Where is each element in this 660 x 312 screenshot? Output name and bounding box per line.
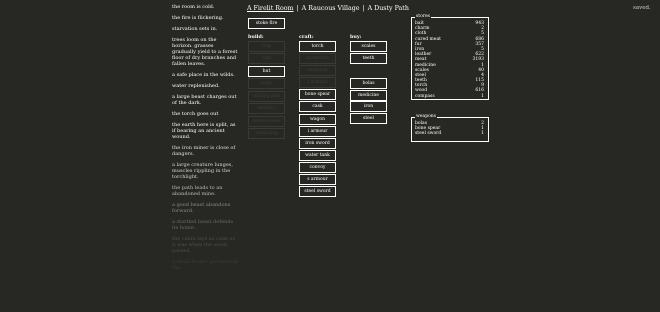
weapons-row: steel sword 1: [415, 131, 485, 136]
craft-l-armour-button[interactable]: l armour: [299, 77, 336, 88]
craft-water-tank-button[interactable]: water tank: [299, 150, 336, 161]
craft-convoy-button[interactable]: convoy: [299, 162, 336, 173]
craft-torch-button[interactable]: torch: [299, 41, 336, 52]
event-log: the room is cold. the fire is flickering.…: [172, 4, 238, 276]
log-message: starvation sets in.: [172, 26, 218, 32]
buy-bolas-button[interactable]: bolas: [350, 78, 387, 89]
weapons-item-name: steel sword: [415, 131, 442, 137]
tab-separator: |: [296, 5, 299, 12]
log-message: a good beast abandons forward.: [172, 202, 231, 214]
log-message: the room is cold.: [172, 4, 215, 10]
log-message: a large creature lunges, muscles ripplin…: [172, 162, 233, 180]
craft-waterskin-button[interactable]: waterskin: [299, 53, 336, 64]
weapons-title: weapons: [415, 114, 437, 119]
log-message: a small house. pictured in the: [172, 259, 238, 271]
log-message: trees loom on the horizon. grasses gradu…: [172, 37, 238, 67]
buy-medicine-button[interactable]: medicine: [350, 90, 387, 101]
buy-header: buy:: [350, 34, 362, 40]
stores-row: compass 1: [415, 94, 485, 99]
craft-rucksack-button[interactable]: rucksack: [299, 65, 336, 76]
saved-indicator: saved.: [633, 5, 651, 11]
log-message: the path leads to an abandoned mine.: [172, 185, 223, 197]
build-trading-post-button[interactable]: trading post: [248, 91, 285, 102]
stores-title: stores: [415, 14, 431, 19]
stores-list: bait 943 charm 2 cloth 5 cured meat 686 fur 357 ir…: [415, 21, 485, 99]
log-message: the earth here is split, as if bearing a…: [172, 122, 236, 140]
build-smokehouse-button[interactable]: smokehouse: [248, 116, 285, 127]
weapons-list: bolas 2 bone spear 1 steel sword 1: [415, 121, 485, 137]
stores-item-count: 1: [481, 93, 484, 99]
log-message: a large beast charges out of the dark.: [172, 94, 237, 106]
log-message: water replenished.: [172, 83, 220, 89]
tab-dusty-path[interactable]: A Dusty Path: [368, 5, 409, 12]
tab-firelit-room[interactable]: A Firelit Room: [247, 5, 294, 12]
build-hut-button[interactable]: hut: [248, 66, 285, 77]
craft-bone-spear-button[interactable]: bone spear: [299, 89, 336, 100]
weapons-item-count: 1: [481, 131, 484, 137]
log-message: a safe place in the wilds.: [172, 72, 235, 78]
craft-i-armour-button[interactable]: i armour: [299, 126, 336, 137]
craft-s-armour-button[interactable]: s armour: [299, 174, 336, 185]
build-header: build:: [248, 34, 264, 40]
location-tabs: A Firelit Room | A Raucous Village | A Dusty…: [247, 5, 409, 12]
buy-iron-button[interactable]: iron: [350, 101, 387, 112]
weapons-panel: weapons bolas 2 bone spear 1 steel sword 1: [411, 114, 489, 142]
log-message: a startled beast defends its home.: [172, 219, 234, 231]
build-cart-button[interactable]: cart: [248, 53, 285, 64]
craft-iron-sword-button[interactable]: iron sword: [299, 138, 336, 149]
stoke-fire-button[interactable]: stoke fire: [248, 18, 285, 29]
build-workshop-button[interactable]: workshop: [248, 128, 285, 139]
craft-cask-button[interactable]: cask: [299, 101, 336, 112]
log-message: the torch goes out: [172, 111, 219, 117]
log-message: the cabin lays as calm as it was when th…: [172, 236, 236, 254]
craft-steel-sword-button[interactable]: steel sword: [299, 186, 336, 197]
build-lodge-button[interactable]: lodge: [248, 78, 285, 89]
build-trap-button[interactable]: trap: [248, 41, 285, 52]
log-message: the fire is flickering.: [172, 15, 224, 21]
tab-separator: |: [362, 5, 365, 12]
craft-wagon-button[interactable]: wagon: [299, 114, 336, 125]
buy-steel-button[interactable]: steel: [350, 113, 387, 124]
buy-scales-button[interactable]: scales: [350, 41, 387, 52]
build-tannery-button[interactable]: tannery: [248, 103, 285, 114]
log-message: the iron miner is close of dangers.: [172, 145, 236, 157]
craft-header: craft:: [299, 34, 314, 40]
buy-teeth-button[interactable]: teeth: [350, 53, 387, 64]
tab-raucous-village[interactable]: A Raucous Village: [302, 5, 360, 12]
stores-panel: stores bait 943 charm 2 cloth 5 cured meat 686 f…: [411, 14, 489, 100]
stores-item-name: compass: [415, 93, 435, 99]
